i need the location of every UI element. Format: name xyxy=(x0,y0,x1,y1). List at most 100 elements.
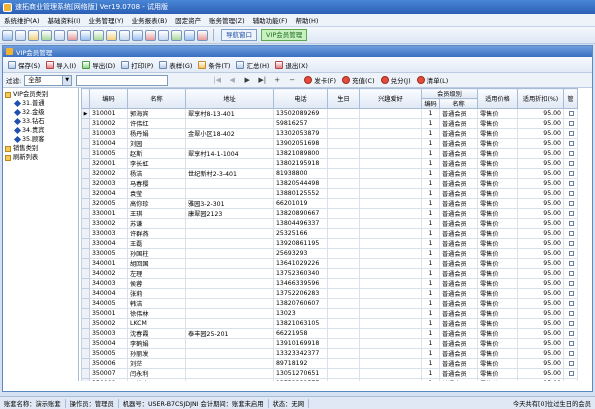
sum-button[interactable]: 汇总(H) xyxy=(233,58,272,71)
cell-address[interactable] xyxy=(185,138,274,149)
cell-birthday[interactable] xyxy=(327,268,360,279)
cell-code[interactable]: 340004 xyxy=(89,288,128,299)
cell-birthday[interactable] xyxy=(327,218,360,229)
cell-name[interactable]: 孙丽发 xyxy=(127,348,186,359)
cell-address[interactable] xyxy=(185,218,274,229)
cell-hobby[interactable] xyxy=(359,148,422,159)
cell-code[interactable]: 310001 xyxy=(89,108,128,119)
cell-birthday[interactable] xyxy=(327,238,360,249)
cell-birthday[interactable] xyxy=(327,328,360,339)
cell-address[interactable] xyxy=(185,338,274,349)
cell-phone[interactable]: 13302053879 xyxy=(273,128,328,139)
table-row[interactable]: 340003 侯蓉 13466339596 1 普通会员 零售价 95.00 xyxy=(81,278,578,289)
cell-hobby[interactable] xyxy=(359,318,422,329)
table-row[interactable]: 340005 韩洁 13820760607 1 普通会员 零售价 95.00 xyxy=(81,298,578,309)
cell-birthday[interactable] xyxy=(327,378,360,381)
cell-address[interactable]: 翠享村14-1-1004 xyxy=(185,148,274,159)
cell-address[interactable] xyxy=(185,118,274,129)
cell-birthday[interactable] xyxy=(327,118,360,129)
cell-hobby[interactable] xyxy=(359,228,422,239)
checkbox[interactable] xyxy=(568,330,574,336)
cell-check[interactable] xyxy=(563,268,578,279)
table-row[interactable]: 320005 高你珍 雅园3-2-301 66201019 1 普通会员 零售价 95.00 xyxy=(81,198,578,209)
cell-level-code[interactable]: 1 xyxy=(421,378,440,381)
cell-level-name[interactable]: 普通会员 xyxy=(439,278,478,289)
recharge-button[interactable]: 充值(C) xyxy=(342,75,375,85)
cell-hobby[interactable] xyxy=(359,248,422,259)
cell-level-name[interactable]: 普通会员 xyxy=(439,158,478,169)
cell-address[interactable]: 金翠小区18-402 xyxy=(185,128,274,139)
cell-birthday[interactable] xyxy=(327,168,360,179)
cell-discount[interactable]: 95.00 xyxy=(517,158,564,169)
checkbox[interactable] xyxy=(568,340,574,346)
cell-level-name[interactable]: 普通会员 xyxy=(439,328,478,339)
cell-name[interactable]: 许伟红 xyxy=(127,118,186,129)
cell-discount[interactable]: 95.00 xyxy=(517,268,564,279)
cell-discount[interactable]: 95.00 xyxy=(517,368,564,379)
cell-level-name[interactable]: 普通会员 xyxy=(439,208,478,219)
cell-discount[interactable]: 95.00 xyxy=(517,328,564,339)
cell-phone[interactable]: 13820890667 xyxy=(273,208,328,219)
tab-vip-management[interactable]: VIP会员管理 xyxy=(261,29,308,41)
cell-price[interactable]: 零售价 xyxy=(477,108,518,119)
cell-name[interactable]: 李长虹 xyxy=(127,158,186,169)
store-icon[interactable] xyxy=(106,29,117,41)
cell-check[interactable] xyxy=(563,168,578,179)
cell-code[interactable]: 350002 xyxy=(89,318,128,329)
cell-level-code[interactable]: 1 xyxy=(421,178,440,189)
cell-code[interactable]: 320005 xyxy=(89,198,128,209)
cell-hobby[interactable] xyxy=(359,368,422,379)
table-row[interactable]: 320001 李长虹 13802195918 1 普通会员 零售价 95.00 xyxy=(81,158,578,169)
folder-icon[interactable] xyxy=(28,29,39,41)
cell-name[interactable]: 徐伟林 xyxy=(127,308,186,319)
cell-level-name[interactable]: 普通会员 xyxy=(439,358,478,369)
cell-code[interactable]: 330002 xyxy=(89,218,128,229)
cell-hobby[interactable] xyxy=(359,298,422,309)
cell-phone[interactable]: 13902051698 xyxy=(273,138,328,149)
checkbox[interactable] xyxy=(568,370,574,376)
cell-birthday[interactable] xyxy=(327,278,360,289)
cell-price[interactable]: 零售价 xyxy=(477,278,518,289)
cell-level-name[interactable]: 普通会员 xyxy=(439,268,478,279)
cell-birthday[interactable] xyxy=(327,188,360,199)
cell-hobby[interactable] xyxy=(359,308,422,319)
table-row[interactable]: 310005 赵斯 翠享村14-1-1004 13821089800 1 普通会员 零售价 9… xyxy=(81,148,578,159)
cell-level-code[interactable]: 1 xyxy=(421,128,440,139)
checkbox[interactable] xyxy=(568,310,574,316)
cell-birthday[interactable] xyxy=(327,108,360,119)
report-icon[interactable] xyxy=(132,29,143,41)
checkbox[interactable] xyxy=(568,220,574,226)
cell-code[interactable]: 330004 xyxy=(89,238,128,249)
header-birthday[interactable]: 生日 xyxy=(327,88,360,109)
tree-sales-category[interactable]: 销售类别 xyxy=(5,144,78,153)
checkbox[interactable] xyxy=(568,280,574,286)
checkbox[interactable] xyxy=(568,140,574,146)
list-icon[interactable] xyxy=(54,29,65,41)
cell-address[interactable] xyxy=(185,238,274,249)
table-row[interactable]: 340001 胡回国 13641029226 1 普通会员 零售价 95.00 xyxy=(81,258,578,269)
cell-level-code[interactable]: 1 xyxy=(421,348,440,359)
cell-discount[interactable]: 95.00 xyxy=(517,298,564,309)
table-row[interactable]: 330001 王琪 康翠园2123 13820890667 1 普通会员 零售价 95.00 xyxy=(81,208,578,219)
cell-code[interactable]: 340005 xyxy=(89,298,128,309)
cell-price[interactable]: 零售价 xyxy=(477,368,518,379)
grid-icon[interactable] xyxy=(15,29,26,41)
checkbox[interactable] xyxy=(568,250,574,256)
cell-discount[interactable]: 95.00 xyxy=(517,318,564,329)
cell-hobby[interactable] xyxy=(359,378,422,381)
table-row[interactable]: 330004 王磊 13920861195 1 普通会员 零售价 95.00 xyxy=(81,238,578,249)
cell-code[interactable]: 340003 xyxy=(89,278,128,289)
cell-level-code[interactable]: 1 xyxy=(421,318,440,329)
cell-hobby[interactable] xyxy=(359,288,422,299)
export-button[interactable]: 导出(D) xyxy=(79,58,118,71)
cell-name[interactable]: LKCM xyxy=(127,318,186,329)
cell-discount[interactable]: 95.00 xyxy=(517,248,564,259)
cell-discount[interactable]: 95.00 xyxy=(517,348,564,359)
cell-check[interactable] xyxy=(563,358,578,369)
cell-code[interactable]: 320003 xyxy=(89,178,128,189)
header-level-code[interactable]: 编码 xyxy=(421,98,440,109)
cell-check[interactable] xyxy=(563,148,578,159)
cell-phone[interactable]: 59816257 xyxy=(273,118,328,129)
cell-name[interactable]: 许群燕 xyxy=(127,228,186,239)
header-name[interactable]: 名称 xyxy=(127,88,186,109)
